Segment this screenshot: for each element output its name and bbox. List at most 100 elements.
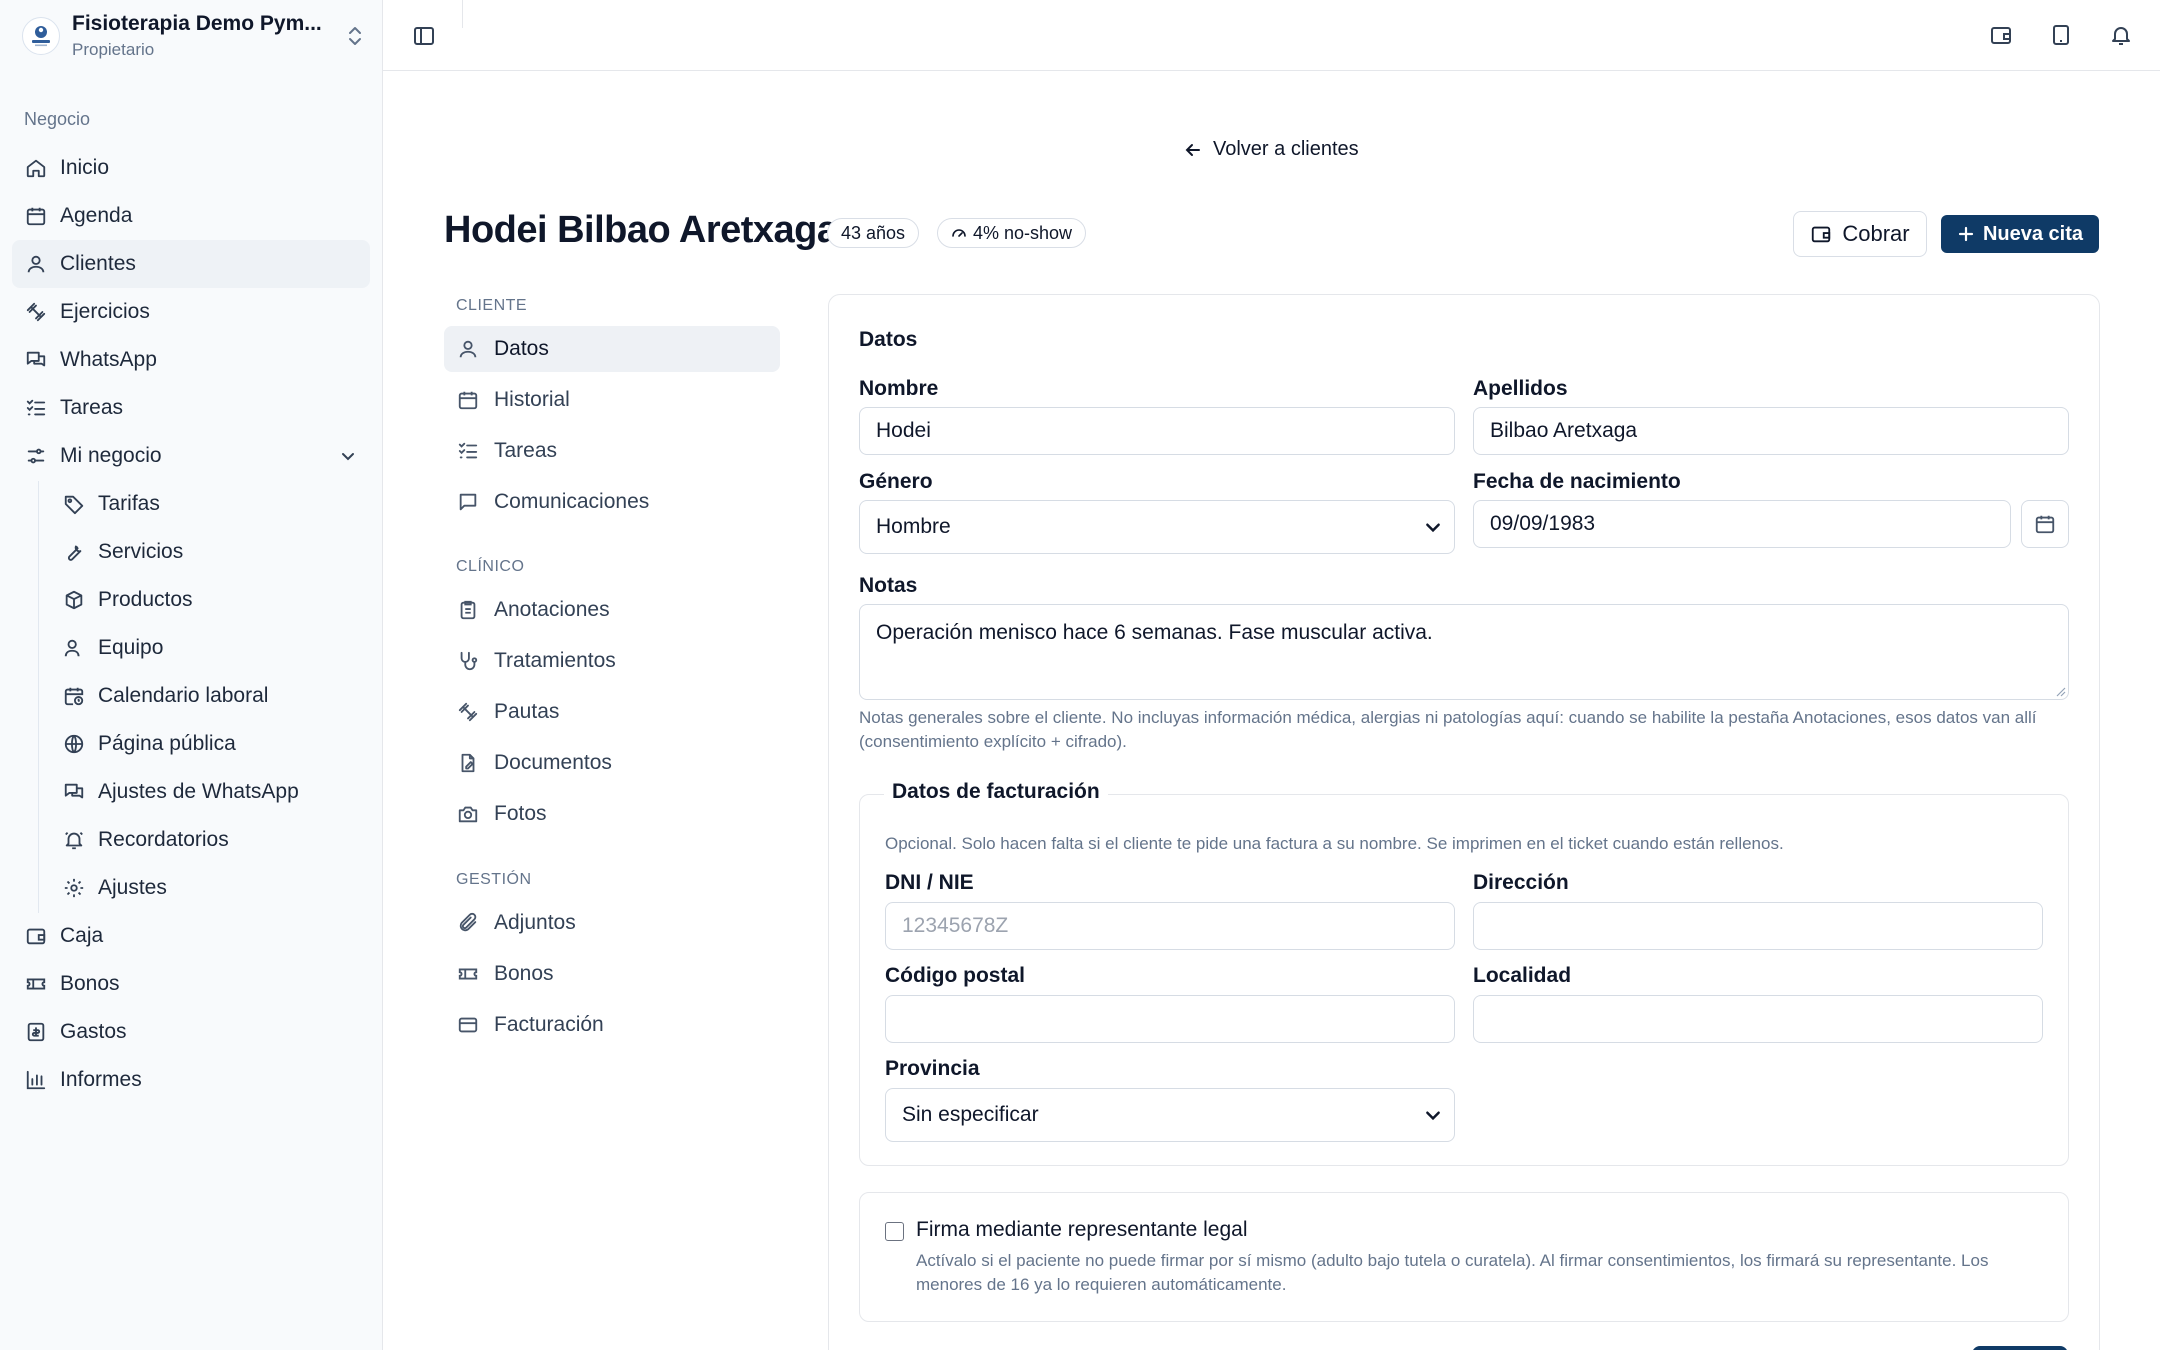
arrow-left-icon	[1185, 143, 1200, 156]
apellidos-input[interactable]: Bilbao Aretxaga	[1473, 407, 2069, 455]
client-nav-section-gestion: GESTIÓN	[456, 871, 532, 888]
notas-textarea[interactable]: Operación menisco hace 6 semanas. Fase m…	[859, 604, 2069, 700]
codigo-postal-label: Código postal	[885, 964, 1025, 987]
nav-item-servicios[interactable]: Servicios	[12, 528, 370, 576]
main-nav: Inicio Agenda Clientes Ejercicios WhatsA…	[12, 144, 370, 1104]
nav-item-mi-negocio[interactable]: Mi negocio	[12, 432, 370, 480]
client-tab-adjuntos[interactable]: Adjuntos	[444, 900, 780, 946]
nav-item-agenda[interactable]: Agenda	[12, 192, 370, 240]
nav-item-tarifas[interactable]: Tarifas	[12, 480, 370, 528]
noshow-badge: 4% no-show	[937, 218, 1087, 248]
back-to-clients-link[interactable]: Volver a clientes	[1183, 138, 1359, 161]
org-switcher[interactable]: Fisioterapia Demo Pym... Propietario	[22, 12, 367, 60]
client-tab-tareas[interactable]: Tareas	[444, 428, 780, 474]
provincia-label: Provincia	[885, 1057, 980, 1080]
nav-item-clientes[interactable]: Clientes	[12, 240, 370, 288]
tablet-icon	[2053, 25, 2069, 45]
nav-item-label: WhatsApp	[60, 348, 157, 371]
client-tab-facturacion[interactable]: Facturación	[444, 1002, 780, 1048]
sidebar-toggle-button[interactable]	[409, 22, 439, 50]
dumbbell-icon	[456, 700, 480, 724]
org-logo	[22, 17, 60, 55]
tablet-button[interactable]	[2048, 20, 2074, 50]
nav-item-label: Equipo	[98, 636, 164, 659]
client-nav-section-cliente: CLIENTE	[456, 297, 528, 314]
direccion-input[interactable]	[1473, 902, 2043, 950]
age-badge: 43 años	[827, 218, 920, 248]
org-role: Propietario	[72, 40, 155, 59]
nav-item-label: Ajustes de WhatsApp	[98, 780, 299, 803]
dni-input[interactable]: 12345678Z	[885, 902, 1455, 950]
localidad-input[interactable]	[1473, 995, 2043, 1043]
nav-item-tareas[interactable]: Tareas	[12, 384, 370, 432]
nav-item-equipo[interactable]: Equipo	[12, 624, 370, 672]
chevron-down-icon	[340, 448, 356, 464]
direccion-label: Dirección	[1473, 871, 1569, 894]
nav-item-calendario-laboral[interactable]: Calendario laboral	[12, 672, 370, 720]
charge-button[interactable]: Cobrar	[1793, 211, 1927, 257]
user-icon	[24, 252, 48, 276]
new-appointment-button[interactable]: Nueva cita	[1941, 215, 2099, 253]
nombre-input[interactable]: Hodei	[859, 407, 1455, 455]
codigo-postal-input[interactable]	[885, 995, 1455, 1043]
client-tab-bonos[interactable]: Bonos	[444, 951, 780, 997]
nav-item-ajustes-whatsapp[interactable]: Ajustes de WhatsApp	[12, 768, 370, 816]
nav-item-recordatorios[interactable]: Recordatorios	[12, 816, 370, 864]
card-title: Datos	[859, 328, 918, 351]
nav-item-ajustes[interactable]: Ajustes	[12, 864, 370, 912]
nav-item-label: Inicio	[60, 156, 110, 179]
nav-item-pagina-publica[interactable]: Página pública	[12, 720, 370, 768]
client-tab-documentos[interactable]: Documentos	[444, 740, 780, 786]
wallet-icon	[1991, 27, 2011, 44]
nav-item-whatsapp[interactable]: WhatsApp	[12, 336, 370, 384]
save-button[interactable]	[1972, 1346, 2068, 1350]
nav-item-caja[interactable]: Caja	[12, 912, 370, 960]
nav-item-inicio[interactable]: Inicio	[12, 144, 370, 192]
stethoscope-icon	[456, 649, 480, 673]
paperclip-icon	[456, 911, 480, 935]
fecha-nacimiento-input[interactable]: 09/09/1983	[1473, 500, 2011, 548]
panel-left-icon	[414, 27, 434, 45]
wallet-icon	[24, 924, 48, 948]
wallet-button[interactable]	[1988, 20, 2014, 50]
nav-item-label: Bonos	[60, 972, 120, 995]
nav-item-label: Gastos	[60, 1020, 127, 1043]
date-picker-button[interactable]	[2021, 500, 2069, 548]
legal-representative-label[interactable]: Firma mediante representante legal	[916, 1218, 1248, 1242]
nav-item-informes[interactable]: Informes	[12, 1056, 370, 1104]
file-pen-icon	[456, 751, 480, 775]
legal-representative-help: Actívalo si el paciente no puede firmar …	[916, 1251, 1989, 1294]
nav-item-ejercicios[interactable]: Ejercicios	[12, 288, 370, 336]
client-tab-fotos[interactable]: Fotos	[444, 791, 780, 837]
client-tab-comunicaciones[interactable]: Comunicaciones	[444, 479, 780, 525]
ticket-icon	[24, 972, 48, 996]
genero-select[interactable]: Hombre	[859, 500, 1455, 554]
box-icon	[62, 588, 86, 612]
gear-icon	[62, 876, 86, 900]
provincia-select[interactable]: Sin especificar	[885, 1088, 1455, 1142]
notifications-button[interactable]	[2108, 20, 2134, 50]
nav-item-productos[interactable]: Productos	[12, 576, 370, 624]
billing-legend: Datos de facturación	[884, 780, 1108, 804]
client-tab-tratamientos[interactable]: Tratamientos	[444, 638, 780, 684]
notas-label: Notas	[859, 574, 918, 597]
bell-ring-icon	[62, 828, 86, 852]
nav-item-label: Mi negocio	[60, 444, 162, 467]
client-tab-historial[interactable]: Historial	[444, 377, 780, 423]
legal-representative-checkbox[interactable]	[885, 1222, 904, 1241]
nav-item-bonos[interactable]: Bonos	[12, 960, 370, 1008]
wallet-icon	[1812, 226, 1831, 243]
client-tab-anotaciones[interactable]: Anotaciones	[444, 587, 780, 633]
dni-label: DNI / NIE	[885, 871, 974, 894]
chevron-down-icon	[1424, 1106, 1442, 1130]
client-tab-pautas[interactable]: Pautas	[444, 689, 780, 735]
sidebar: Fisioterapia Demo Pym... Propietario Neg…	[0, 0, 383, 1350]
nav-item-label: Caja	[60, 924, 104, 947]
sliders-icon	[24, 444, 48, 468]
nav-item-label: Servicios	[98, 540, 184, 563]
topbar	[383, 0, 2160, 71]
chat-icon	[24, 348, 48, 372]
nav-item-gastos[interactable]: Gastos	[12, 1008, 370, 1056]
nav-item-label: Ejercicios	[60, 300, 150, 323]
client-tab-datos[interactable]: Datos	[444, 326, 780, 372]
